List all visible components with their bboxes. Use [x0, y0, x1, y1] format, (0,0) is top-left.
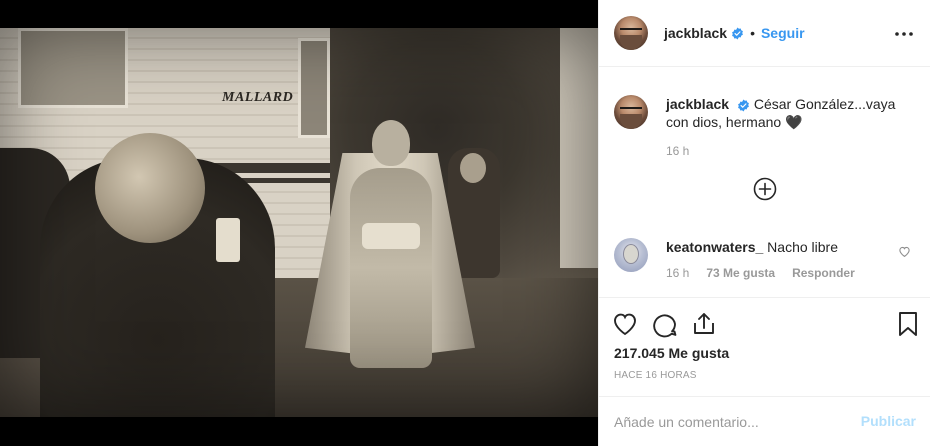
posted-time[interactable]: HACE 16 HORAS: [614, 370, 697, 381]
comment-text: Nacho libre: [767, 239, 838, 255]
post-header: jackblack • Seguir: [599, 0, 930, 67]
verified-badge-icon: [738, 99, 749, 112]
add-comment-bar: Publicar: [599, 396, 930, 446]
caption-username[interactable]: jackblack: [666, 96, 729, 112]
comment-likes[interactable]: 73 Me gusta: [706, 266, 775, 280]
comments-section: jackblack César González...vaya con dios…: [599, 67, 930, 298]
comment-icon[interactable]: [651, 310, 679, 338]
comment-input[interactable]: [614, 413, 854, 430]
commenter-username[interactable]: keatonwaters_: [666, 239, 763, 255]
author-avatar[interactable]: [614, 16, 648, 50]
post-actions: [599, 298, 930, 348]
post-modal: MALLARD jackblack • Seguir jackblack Cés…: [0, 0, 930, 446]
publish-button[interactable]: Publicar: [861, 413, 916, 429]
comment-item: keatonwaters_ Nacho libre 16 h 73 Me gus…: [614, 238, 919, 280]
load-more-comments-icon[interactable]: [753, 177, 777, 201]
comment-meta: 16 h 73 Me gusta Responder: [666, 266, 855, 280]
caption-author-avatar[interactable]: [614, 95, 648, 129]
share-icon[interactable]: [690, 310, 718, 338]
comment-time[interactable]: 16 h: [666, 266, 689, 280]
header-separator: •: [750, 25, 755, 41]
post-photo: MALLARD: [0, 28, 598, 417]
post-side-panel: jackblack • Seguir jackblack César Gonzá…: [598, 0, 930, 446]
post-caption: jackblack César González...vaya con dios…: [614, 95, 919, 131]
reply-button[interactable]: Responder: [792, 266, 855, 280]
likes-count[interactable]: 217.045 Me gusta: [614, 345, 729, 361]
bookmark-icon[interactable]: [894, 310, 922, 338]
author-username[interactable]: jackblack: [664, 25, 727, 41]
follow-button[interactable]: Seguir: [761, 25, 805, 41]
more-options-icon[interactable]: [892, 22, 916, 46]
verified-badge-icon: [732, 27, 743, 39]
caption-time[interactable]: 16 h: [666, 144, 689, 158]
post-media: MALLARD: [0, 0, 598, 446]
like-comment-icon[interactable]: [898, 245, 911, 258]
heart-icon[interactable]: [611, 310, 639, 338]
commenter-avatar[interactable]: [614, 238, 648, 272]
